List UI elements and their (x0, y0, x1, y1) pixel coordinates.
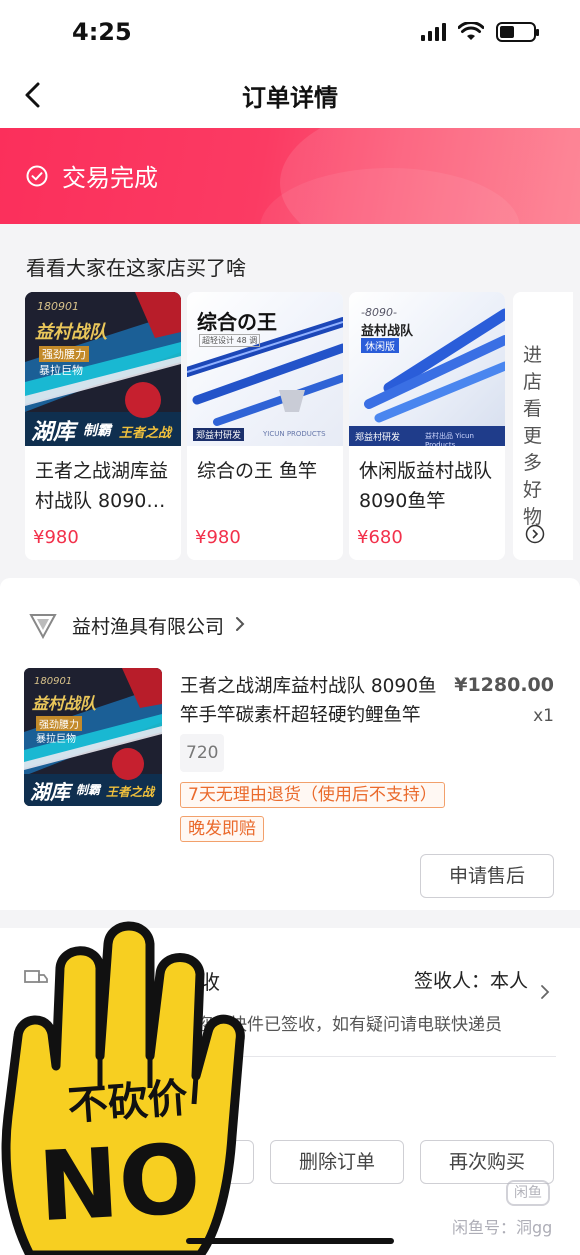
order-product-image[interactable]: 180901 益村战队 强劲腰力 暴拉巨物 湖库 制霸 王者之战 (24, 668, 162, 806)
thumb-headline: 综合の王 (197, 310, 277, 334)
status-time: 4:25 (72, 18, 132, 46)
thumb-brand: 郑益村研发 (193, 428, 245, 441)
order-price: ¥1280.00 (454, 674, 554, 696)
thumb-code: -8090- (361, 306, 397, 319)
thumb-feature: 暴拉巨物 (39, 364, 83, 377)
recommend-section: 看看大家在这家店买了啥 180901 益村战队 强劲腰力 暴拉巨物 湖库 制霸 … (0, 224, 580, 578)
chevron-right-icon[interactable] (538, 984, 552, 1000)
order-quantity: x1 (533, 706, 554, 726)
battery-icon (496, 22, 539, 42)
thumb-headline: 益村战队 (32, 694, 97, 713)
sticker-line2: NO (36, 1123, 204, 1243)
no-bargain-sticker: 不砍价 NO (1, 921, 245, 1255)
thumb-headline: 益村战队 (361, 324, 414, 339)
status-icons (421, 22, 539, 42)
recommend-card[interactable]: 180901 益村战队 强劲腰力 暴拉巨物 湖库 制霸 王者之战 王者之战湖库益… (25, 292, 181, 560)
thumb-headline: 益村战队 (35, 322, 107, 343)
status-bar: 4:25 (0, 0, 580, 64)
thumb-big-text: 湖库 (31, 420, 76, 445)
order-card: 益村渔具有限公司 180901 益村战队 强劲腰力 暴拉巨物 湖库 制霸 王者之… (0, 578, 580, 910)
delete-order-button[interactable]: 删除订单 (270, 1140, 404, 1184)
store-name[interactable]: 益村渔具有限公司 (72, 612, 224, 639)
watermark-logo: 闲鱼 (506, 1180, 550, 1206)
page-title: 订单详情 (242, 84, 338, 112)
nav-bar: 订单详情 (0, 64, 580, 128)
product-name: 休闲版益村战队 8090鱼竿 (359, 460, 493, 512)
thumb-big-text: 湖库 (30, 780, 70, 804)
late-shipment-tag: 晚发即赔 (180, 816, 264, 842)
buy-again-button[interactable]: 再次购买 (420, 1140, 554, 1184)
recommend-card[interactable]: -8090- 益村战队 休闲版 郑益村研发 益村出品 Yicun Product… (349, 292, 505, 560)
thumb-big-text: 制霸 (76, 783, 101, 797)
return-policy-tag: 7天无理由退货（使用后不支持） (180, 782, 445, 808)
recommend-card[interactable]: 综合の王 超轻设计 48 调 郑益村研发 YICUN PRODUCTS 综合の王… (187, 292, 343, 560)
product-price: ¥980 (195, 527, 241, 548)
thumb-slogan: 王者之战 (119, 426, 172, 441)
store-logo-icon (29, 614, 57, 640)
order-product-name[interactable]: 王者之战湖库益村战队 8090鱼竿手竿碳素杆超轻硬钓鲤鱼竿 (180, 672, 446, 730)
product-name: 综合の王 鱼竿 (197, 460, 318, 482)
thumb-slogan: 王者之战 (106, 785, 155, 799)
order-status-banner: 交易完成 (0, 128, 580, 224)
thumb-brand: 郑益村研发 (355, 433, 401, 443)
order-status-text: 交易完成 (62, 164, 158, 192)
thumb-feature: 休闲版 (361, 338, 399, 353)
thumb-brand-en: YICUN PRODUCTS (263, 430, 326, 438)
chevron-right-circle-icon (525, 524, 545, 544)
home-indicator (186, 1238, 394, 1244)
thumb-code: 180901 (37, 300, 79, 313)
receiver-label: 签收人：本人 (413, 970, 528, 992)
after-sale-button[interactable]: 申请售后 (420, 854, 554, 898)
product-image: 综合の王 超轻设计 48 调 郑益村研发 YICUN PRODUCTS (187, 292, 343, 446)
thumb-big-text: 制霸 (83, 423, 111, 439)
order-spec: 720 (180, 734, 225, 772)
product-price: ¥980 (33, 527, 79, 548)
product-name: 王者之战湖库益村战队 8090鱼竿 (35, 460, 169, 512)
recommend-title: 看看大家在这家店买了啥 (26, 256, 246, 280)
thumb-feature: 超轻设计 48 调 (199, 334, 261, 347)
wifi-icon (458, 22, 484, 40)
chevron-right-icon[interactable] (232, 616, 248, 632)
product-price: ¥680 (357, 527, 403, 548)
check-circle-icon (26, 165, 48, 187)
thumb-brand-en: 益村出品 Yicun Products (425, 432, 474, 446)
product-image: 180901 益村战队 强劲腰力 暴拉巨物 湖库 制霸 王者之战 (25, 292, 181, 446)
divider (196, 1056, 556, 1057)
sticker-line1: 不砍价 (66, 1075, 189, 1129)
logistics-detail: 您的快件已签收，如有疑问请电联快递员 (196, 1015, 502, 1035)
thumb-feature: 暴拉巨物 (36, 734, 76, 745)
see-more-label: 进店看更多好物 (523, 344, 543, 528)
watermark: 闲鱼号：洞gg (452, 1218, 553, 1237)
product-image: -8090- 益村战队 休闲版 郑益村研发 益村出品 Yicun Product… (349, 292, 505, 446)
thumb-code: 180901 (34, 676, 73, 687)
thumb-feature: 强劲腰力 (39, 346, 89, 362)
thumb-feature: 强劲腰力 (36, 716, 82, 731)
see-more-card[interactable]: 进店看更多好物 (513, 292, 573, 560)
signal-icon (421, 23, 446, 41)
